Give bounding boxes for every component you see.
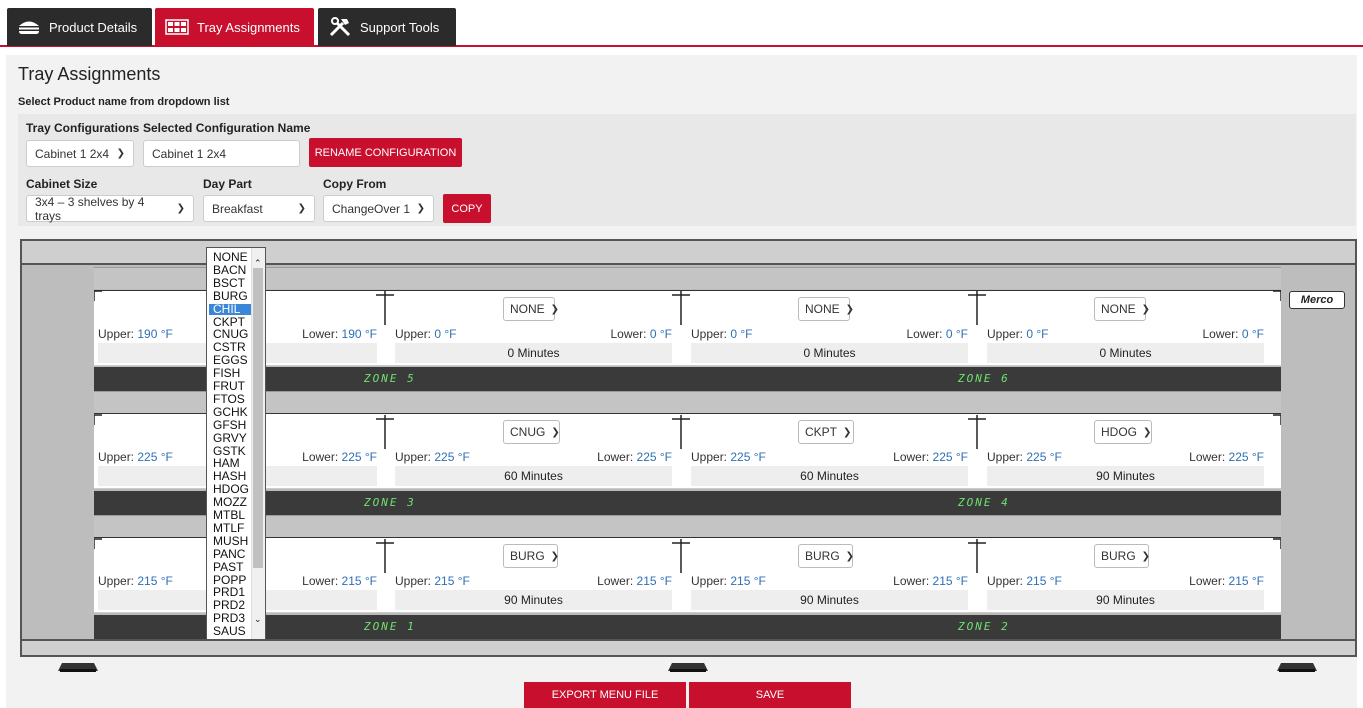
dropdown-option[interactable]: PAST	[209, 561, 251, 573]
dropdown-option[interactable]: BURG	[209, 290, 251, 302]
cabinet-size-label: Cabinet Size	[26, 177, 98, 191]
save-button[interactable]: SAVE	[689, 682, 851, 708]
dropdown-option[interactable]: GCHK	[209, 406, 251, 418]
tray-config-value: Cabinet 1 2x4	[35, 146, 110, 161]
scrollbar-thumb[interactable]	[253, 268, 263, 568]
day-part-label: Day Part	[203, 177, 252, 191]
tray-config-label: Tray Configurations	[26, 121, 140, 135]
copy-button[interactable]: COPY	[443, 194, 491, 223]
dropdown-option[interactable]: NONE	[209, 251, 251, 263]
cabinet-base	[20, 639, 1357, 657]
dropdown-option[interactable]: BACN	[209, 264, 251, 276]
dropdown-option[interactable]: MUSH	[209, 535, 251, 547]
dropdown-option[interactable]: PRD3	[209, 612, 251, 624]
cabinet-size-select[interactable]: 3x4 – 3 shelves by 4 trays ❯	[26, 194, 194, 223]
dropdown-option[interactable]: PANC	[209, 548, 251, 560]
cabinet-size-value: 3x4 – 3 shelves by 4 trays	[35, 194, 145, 223]
dropdown-option[interactable]: GSTK	[209, 445, 251, 457]
chevron-down-icon: ❯	[297, 203, 306, 214]
cabinet-left-side	[20, 265, 94, 639]
dropdown-option[interactable]: CKPT	[209, 316, 251, 328]
product-dropdown-list[interactable]: NONE BACN BSCT BURG CHIL CKPT CNUG CSTR EGGS FISH…	[206, 247, 266, 640]
burger-icon	[17, 19, 41, 35]
dropdown-option[interactable]: PRD2	[209, 599, 251, 611]
cabinet-foot	[1277, 663, 1317, 672]
config-name-input[interactable]: Cabinet 1 2x4	[143, 140, 300, 167]
dropdown-scrollbar[interactable]: ⌃ ⌄	[251, 248, 265, 639]
dropdown-option[interactable]: MTLF	[209, 522, 251, 534]
tray-config-select[interactable]: Cabinet 1 2x4 ❯	[26, 140, 134, 167]
tools-icon	[328, 17, 352, 37]
tab-label: Support Tools	[360, 19, 440, 35]
dropdown-option[interactable]: CHIL	[209, 303, 251, 315]
subtitle: Select Product name from dropdown list	[18, 96, 230, 108]
day-part-value: Breakfast	[212, 201, 263, 216]
dropdown-option[interactable]: CNUG	[209, 328, 251, 340]
dropdown-option[interactable]: FRUT	[209, 380, 251, 392]
day-part-select[interactable]: Breakfast ❯	[203, 195, 315, 222]
export-menu-file-button[interactable]: EXPORT MENU FILE	[524, 682, 686, 708]
tray-grid-icon	[165, 19, 189, 35]
dropdown-option[interactable]: GRVY	[209, 432, 251, 444]
chevron-down-icon: ❯	[176, 203, 185, 214]
dropdown-option[interactable]: CSTR	[209, 341, 251, 353]
tab-support-tools[interactable]: Support Tools	[318, 8, 456, 46]
config-name-value: Cabinet 1 2x4	[152, 146, 227, 161]
chevron-down-icon: ❯	[116, 148, 125, 159]
dropdown-option[interactable]: EGGS	[209, 354, 251, 366]
tray-dividers	[94, 290, 1281, 573]
dropdown-option[interactable]: MOZZ	[209, 496, 251, 508]
rename-configuration-button[interactable]: RENAME CONFIGURATION	[309, 138, 462, 167]
dropdown-option[interactable]: GFSH	[209, 419, 251, 431]
cabinet-foot	[668, 663, 708, 672]
dropdown-option[interactable]: SAUS	[209, 625, 251, 637]
cabinet-foot	[58, 663, 98, 672]
dropdown-option[interactable]: POPP	[209, 574, 251, 586]
dropdown-option[interactable]: FISH	[209, 367, 251, 379]
dropdown-option[interactable]: HASH	[209, 470, 251, 482]
tab-bar: Product Details Tray Assignments Support…	[0, 0, 1363, 47]
tab-product-details[interactable]: Product Details	[7, 8, 152, 46]
dropdown-option[interactable]: HAM	[209, 457, 251, 469]
tab-label: Product Details	[49, 19, 138, 35]
copy-from-select[interactable]: ChangeOver 1 ❯	[323, 195, 434, 222]
chevron-down-icon[interactable]: ⌄	[254, 614, 262, 625]
page-title: Tray Assignments	[18, 64, 161, 84]
dropdown-option[interactable]: MTBL	[209, 509, 251, 521]
chevron-down-icon: ❯	[416, 203, 425, 214]
dropdown-option[interactable]: PRD1	[209, 586, 251, 598]
copy-from-value: ChangeOver 1	[332, 201, 411, 216]
dropdown-option[interactable]: HDOG	[209, 483, 251, 495]
merco-logo: Merco	[1289, 291, 1345, 309]
tab-label: Tray Assignments	[197, 19, 300, 35]
tab-tray-assignments[interactable]: Tray Assignments	[155, 8, 314, 46]
selected-name-label: Selected Configuration Name	[143, 121, 311, 135]
cabinet-right-side	[1281, 265, 1357, 639]
copy-from-label: Copy From	[323, 177, 387, 191]
dropdown-option[interactable]: FTOS	[209, 393, 251, 405]
dropdown-option[interactable]: BSCT	[209, 277, 251, 289]
